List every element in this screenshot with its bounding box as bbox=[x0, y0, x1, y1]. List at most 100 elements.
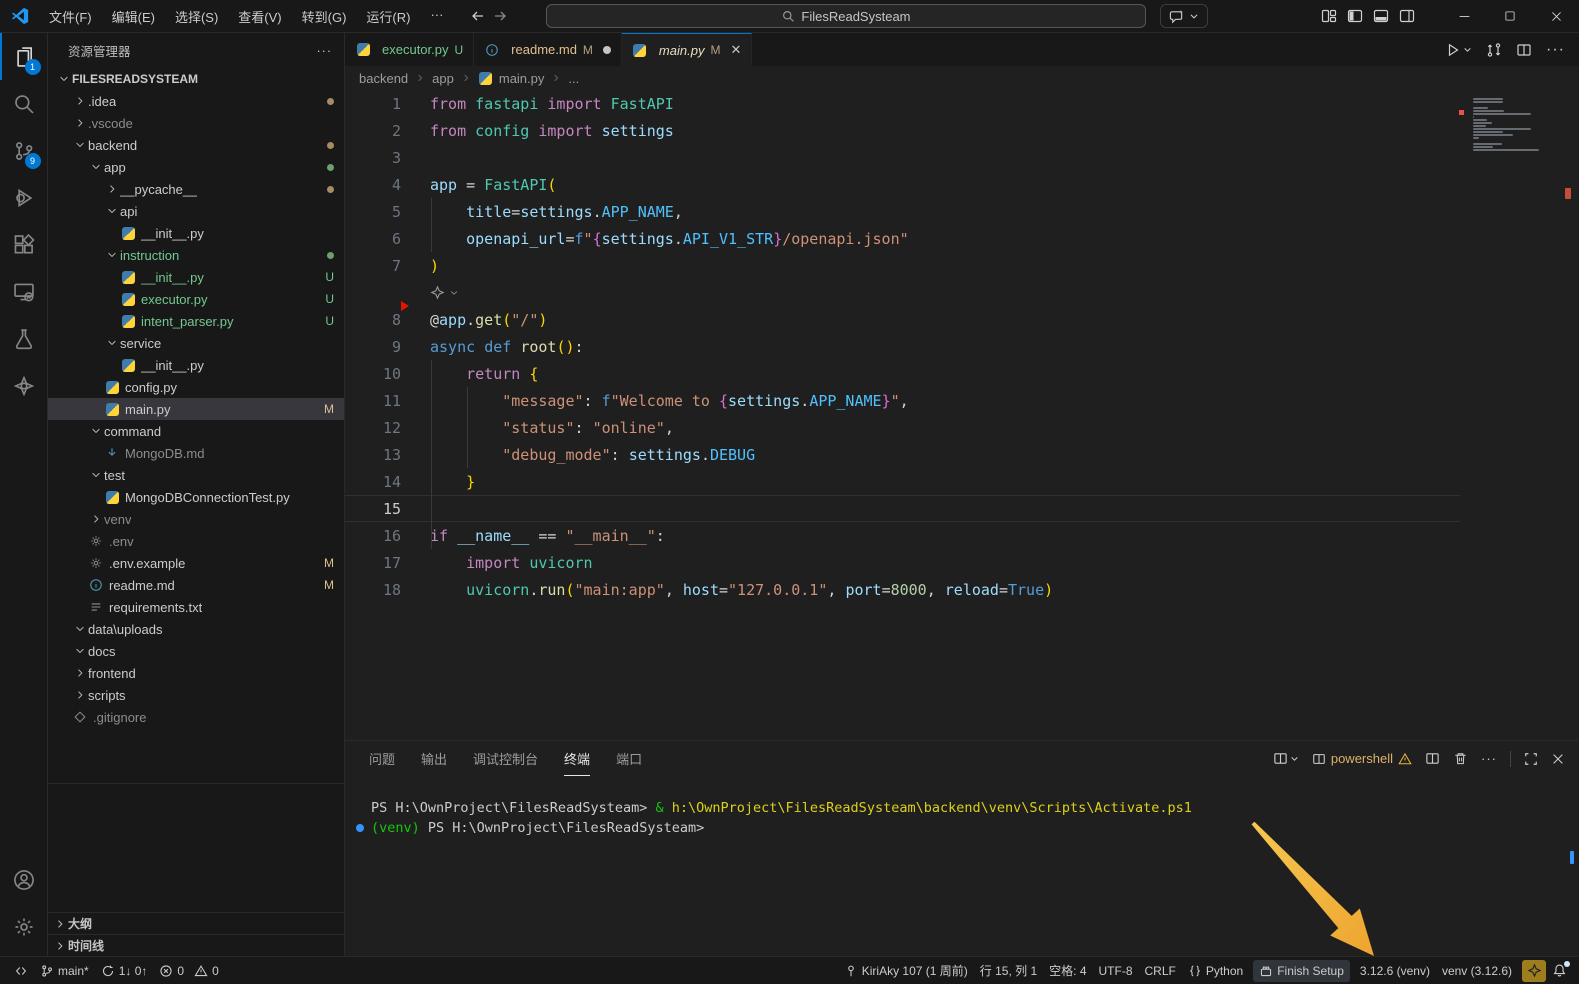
code-editor[interactable]: 1from fastapi import FastAPI2from config… bbox=[345, 90, 1579, 740]
run-python-file-button[interactable] bbox=[1445, 42, 1472, 58]
tree-item-command[interactable]: command bbox=[48, 420, 344, 442]
tree-item-__init__.py[interactable]: __init__.py bbox=[48, 354, 344, 376]
line-number[interactable]: 2 bbox=[345, 122, 413, 140]
code-line-18[interactable]: 18 uvicorn.run("main:app", host="127.0.0… bbox=[345, 576, 1579, 603]
nav-forward-icon[interactable] bbox=[492, 8, 508, 24]
close-panel-icon[interactable] bbox=[1551, 752, 1565, 766]
kill-terminal-icon[interactable] bbox=[1453, 751, 1468, 766]
window-minimize-button[interactable] bbox=[1441, 0, 1487, 32]
status-branch[interactable]: main* bbox=[34, 960, 95, 982]
panel-tab-输出[interactable]: 输出 bbox=[421, 741, 447, 776]
status-problems[interactable]: 00 bbox=[153, 960, 224, 982]
line-number[interactable]: 12 bbox=[345, 419, 413, 437]
activity-ai-extension-icon[interactable] bbox=[0, 362, 48, 409]
line-number[interactable]: 13 bbox=[345, 446, 413, 464]
tree-item-backend[interactable]: backend bbox=[48, 134, 344, 156]
menu-g[interactable]: 转到(G) bbox=[293, 4, 356, 29]
command-center-search[interactable]: FilesReadSysteam bbox=[546, 4, 1146, 28]
line-number[interactable]: 1 bbox=[345, 95, 413, 113]
panel-tab-调试控制台[interactable]: 调试控制台 bbox=[473, 741, 538, 776]
status-encoding[interactable]: UTF-8 bbox=[1093, 960, 1139, 982]
tree-item-.env.example[interactable]: .env.exampleM bbox=[48, 552, 344, 574]
launch-profile-icon[interactable] bbox=[1273, 751, 1299, 766]
status-finish-setup[interactable]: Finish Setup bbox=[1253, 960, 1350, 982]
code-line-9[interactable]: 9async def root(): bbox=[345, 333, 1579, 360]
tree-item-.vscode[interactable]: .vscode bbox=[48, 112, 344, 134]
tree-item-app[interactable]: app bbox=[48, 156, 344, 178]
toggle-sidebar-icon[interactable] bbox=[1347, 8, 1363, 24]
tree-item-__init__.py[interactable]: __init__.py bbox=[48, 222, 344, 244]
activity-extensions-icon[interactable] bbox=[0, 221, 48, 268]
window-maximize-button[interactable] bbox=[1487, 0, 1533, 32]
line-number[interactable]: 3 bbox=[345, 149, 413, 167]
code-line-14[interactable]: 14 } bbox=[345, 468, 1579, 495]
compare-changes-icon[interactable] bbox=[1486, 42, 1502, 58]
tree-item-venv[interactable]: venv bbox=[48, 508, 344, 530]
status-commit-info[interactable]: KiriAky 107 (1 周前) bbox=[838, 960, 974, 982]
sidebar-section-大纲[interactable]: 大纲 bbox=[48, 912, 344, 934]
code-line-12[interactable]: 12 "status": "online", bbox=[345, 414, 1579, 441]
tree-item-__pycache__[interactable]: __pycache__ bbox=[48, 178, 344, 200]
menu-f[interactable]: 文件(F) bbox=[40, 4, 101, 29]
line-number[interactable]: 11 bbox=[345, 392, 413, 410]
breadcrumb-item[interactable]: ... bbox=[568, 71, 579, 86]
terminal-instance-tab[interactable]: powershell bbox=[1312, 751, 1412, 766]
status-language[interactable]: Python bbox=[1182, 960, 1249, 982]
sidebar-section-时间线[interactable]: 时间线 bbox=[48, 934, 344, 956]
split-terminal-icon[interactable] bbox=[1425, 751, 1440, 766]
panel-tab-问题[interactable]: 问题 bbox=[369, 741, 395, 776]
line-number[interactable]: 10 bbox=[345, 365, 413, 383]
activity-explorer-icon[interactable]: 1 bbox=[0, 33, 48, 80]
panel-tab-端口[interactable]: 端口 bbox=[616, 741, 642, 776]
code-line-3[interactable]: 3 bbox=[345, 144, 1579, 171]
tree-item-__init__.py[interactable]: __init__.pyU bbox=[48, 266, 344, 288]
tree-item-.gitignore[interactable]: .gitignore bbox=[48, 706, 344, 728]
status-remote[interactable] bbox=[8, 960, 34, 982]
code-line-10[interactable]: 10 return { bbox=[345, 360, 1579, 387]
line-number[interactable]: 4 bbox=[345, 176, 413, 194]
tree-item-MongoDB.md[interactable]: MongoDB.md bbox=[48, 442, 344, 464]
split-editor-icon[interactable] bbox=[1516, 42, 1532, 58]
breakpoint-arrow-icon[interactable] bbox=[401, 301, 409, 311]
toggle-secondary-sidebar-icon[interactable] bbox=[1399, 8, 1415, 24]
line-number[interactable]: 17 bbox=[345, 554, 413, 572]
code-line-1[interactable]: 1from fastapi import FastAPI bbox=[345, 90, 1579, 117]
line-number[interactable]: 7 bbox=[345, 257, 413, 275]
tree-item-scripts[interactable]: scripts bbox=[48, 684, 344, 706]
code-line-7[interactable]: 7) bbox=[345, 252, 1579, 279]
command-decoration-dot[interactable] bbox=[356, 824, 364, 832]
menu-e[interactable]: 编辑(E) bbox=[103, 4, 164, 29]
tree-item-.idea[interactable]: .idea bbox=[48, 90, 344, 112]
tree-item-main.py[interactable]: main.pyM bbox=[48, 398, 344, 420]
code-line-16[interactable]: 16if __name__ == "__main__": bbox=[345, 522, 1579, 549]
line-number[interactable]: 9 bbox=[345, 338, 413, 356]
status-venv[interactable]: venv (3.12.6) bbox=[1436, 960, 1518, 982]
menu-more[interactable]: ··· bbox=[421, 4, 452, 29]
line-number[interactable]: 16 bbox=[345, 527, 413, 545]
activity-remote-explorer-icon[interactable] bbox=[0, 268, 48, 315]
tree-item-.env[interactable]: .env bbox=[48, 530, 344, 552]
status-python-version[interactable]: 3.12.6 (venv) bbox=[1354, 960, 1436, 982]
panel-more-actions-icon[interactable]: ··· bbox=[1481, 751, 1497, 766]
menu-v[interactable]: 查看(V) bbox=[229, 4, 290, 29]
toggle-panel-icon[interactable] bbox=[1373, 8, 1389, 24]
minimap[interactable] bbox=[1473, 98, 1543, 152]
tree-item-FILESREADSYSTEAM[interactable]: FILESREADSYSTEAM bbox=[48, 68, 344, 90]
window-close-button[interactable] bbox=[1533, 0, 1579, 32]
tree-item-frontend[interactable]: frontend bbox=[48, 662, 344, 684]
maximize-panel-icon[interactable] bbox=[1524, 752, 1538, 766]
sidebar-more-actions[interactable]: ··· bbox=[317, 44, 333, 58]
line-number[interactable]: 14 bbox=[345, 473, 413, 491]
breadcrumb-item[interactable]: app bbox=[432, 71, 454, 86]
status-notifications[interactable] bbox=[1546, 960, 1573, 982]
unsaved-dot[interactable] bbox=[603, 46, 611, 54]
tab-close-icon[interactable]: ✕ bbox=[730, 42, 741, 58]
tree-item-readme.md[interactable]: readme.mdM bbox=[48, 574, 344, 596]
tree-item-intent_parser.py[interactable]: intent_parser.pyU bbox=[48, 310, 344, 332]
tree-item-executor.py[interactable]: executor.pyU bbox=[48, 288, 344, 310]
tree-item-MongoDBConnectionTest.py[interactable]: MongoDBConnectionTest.py bbox=[48, 486, 344, 508]
code-line-6[interactable]: 6 openapi_url=f"{settings.API_V1_STR}/op… bbox=[345, 225, 1579, 252]
activity-settings-icon[interactable] bbox=[0, 903, 48, 950]
tree-item-service[interactable]: service bbox=[48, 332, 344, 354]
activity-source-control-icon[interactable]: 9 bbox=[0, 127, 48, 174]
